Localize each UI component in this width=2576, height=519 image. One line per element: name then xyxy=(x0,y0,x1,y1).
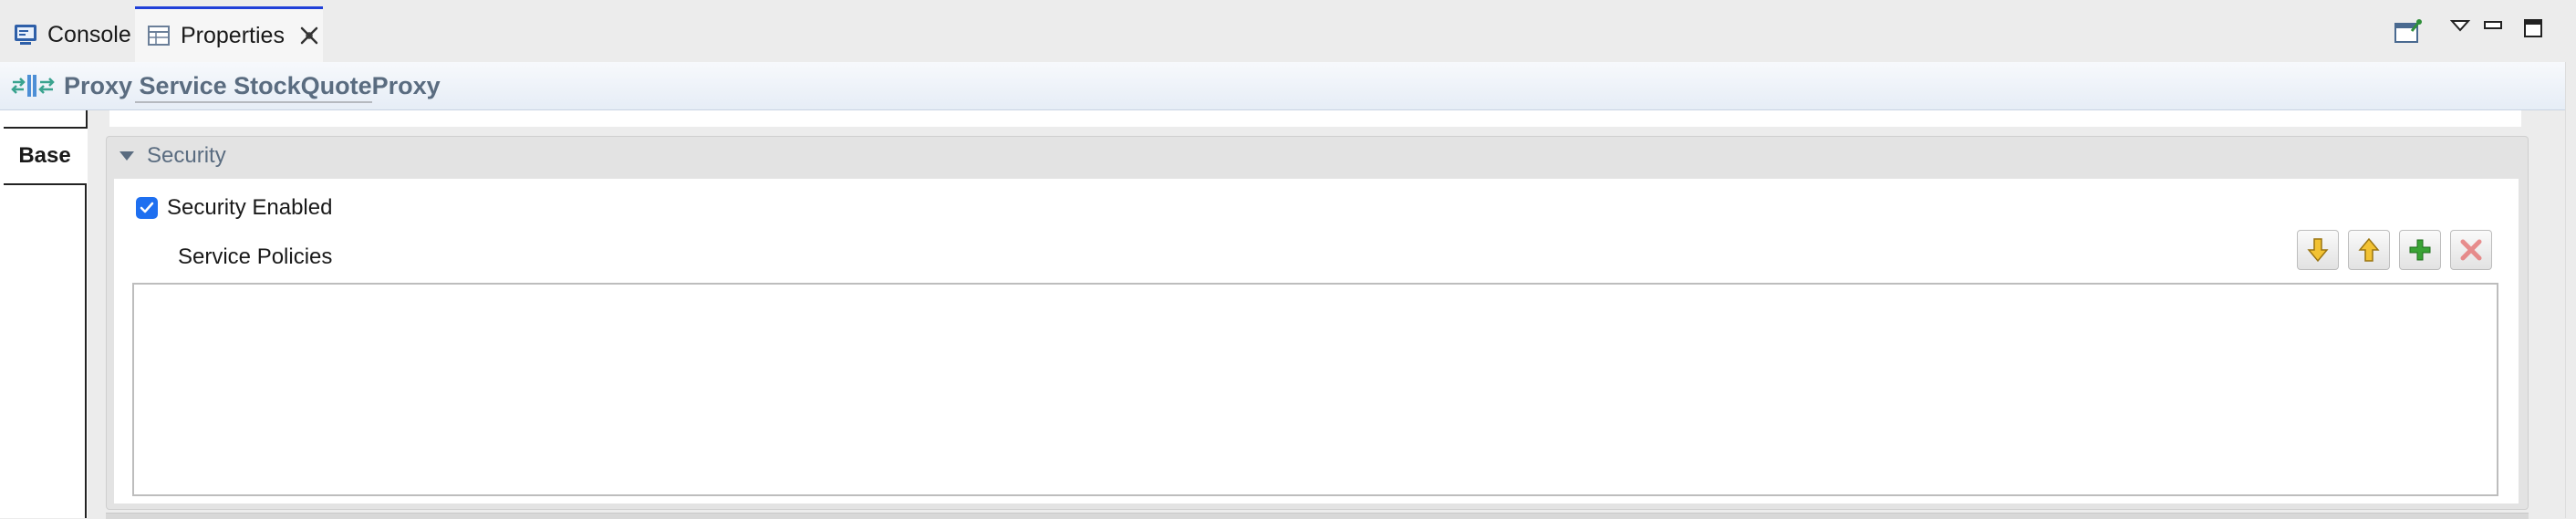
maximize-icon xyxy=(2524,19,2542,37)
view-tab-bar: Console Properties xyxy=(0,0,2576,62)
close-icon[interactable] xyxy=(297,24,321,47)
console-icon xyxy=(15,25,36,45)
open-editor-icon xyxy=(2394,19,2422,43)
proxy-service-icon xyxy=(11,75,55,97)
minimize-button[interactable] xyxy=(2483,18,2503,33)
tab-properties[interactable]: Properties xyxy=(135,6,323,62)
left-tab-base[interactable]: Base xyxy=(4,127,86,185)
previous-section-remnant xyxy=(109,101,2521,127)
left-tab-base-label: Base xyxy=(18,143,71,168)
policies-toolbar xyxy=(2297,230,2492,270)
left-tab-divider xyxy=(85,183,87,518)
maximize-button[interactable] xyxy=(2523,18,2543,38)
service-policies-list[interactable] xyxy=(132,283,2498,496)
add-button[interactable] xyxy=(2399,230,2441,270)
open-editor-button[interactable] xyxy=(2394,18,2423,46)
remove-button[interactable] xyxy=(2450,230,2492,270)
vertical-scrollbar[interactable] xyxy=(2565,62,2576,518)
remove-icon xyxy=(2460,239,2482,261)
add-icon xyxy=(2409,239,2431,261)
expand-collapse-icon[interactable] xyxy=(119,151,134,161)
move-down-icon xyxy=(2307,238,2329,263)
move-down-button[interactable] xyxy=(2297,230,2339,270)
security-section-header[interactable]: Security xyxy=(107,137,2528,175)
left-tab-previous[interactable] xyxy=(5,110,88,129)
tab-properties-label: Properties xyxy=(181,22,285,48)
section-title: Security xyxy=(147,143,226,168)
security-enabled-row: Security Enabled xyxy=(136,195,332,221)
move-up-button[interactable] xyxy=(2348,230,2390,270)
view-menu-button[interactable] xyxy=(2450,18,2470,33)
security-section: Security Security Enabled Service Polici… xyxy=(106,136,2529,510)
tab-console[interactable]: Console xyxy=(13,7,131,62)
properties-table-icon xyxy=(148,26,170,46)
page-title: Proxy Service StockQuoteProxy xyxy=(64,71,441,99)
security-enabled-label: Security Enabled xyxy=(167,195,333,220)
tab-console-label: Console xyxy=(47,21,131,47)
partial-row xyxy=(135,101,372,121)
checkmark-icon xyxy=(140,202,154,213)
minimize-icon xyxy=(2484,21,2502,29)
security-section-body: Security Enabled Service Policies xyxy=(114,179,2519,503)
properties-title-bar: Proxy Service StockQuoteProxy xyxy=(0,62,2565,110)
security-enabled-checkbox[interactable] xyxy=(136,197,158,219)
view-menu-icon xyxy=(2450,20,2470,32)
service-policies-label: Service Policies xyxy=(178,244,333,269)
left-tab-list: Base xyxy=(0,110,88,518)
move-up-icon xyxy=(2358,237,2380,262)
